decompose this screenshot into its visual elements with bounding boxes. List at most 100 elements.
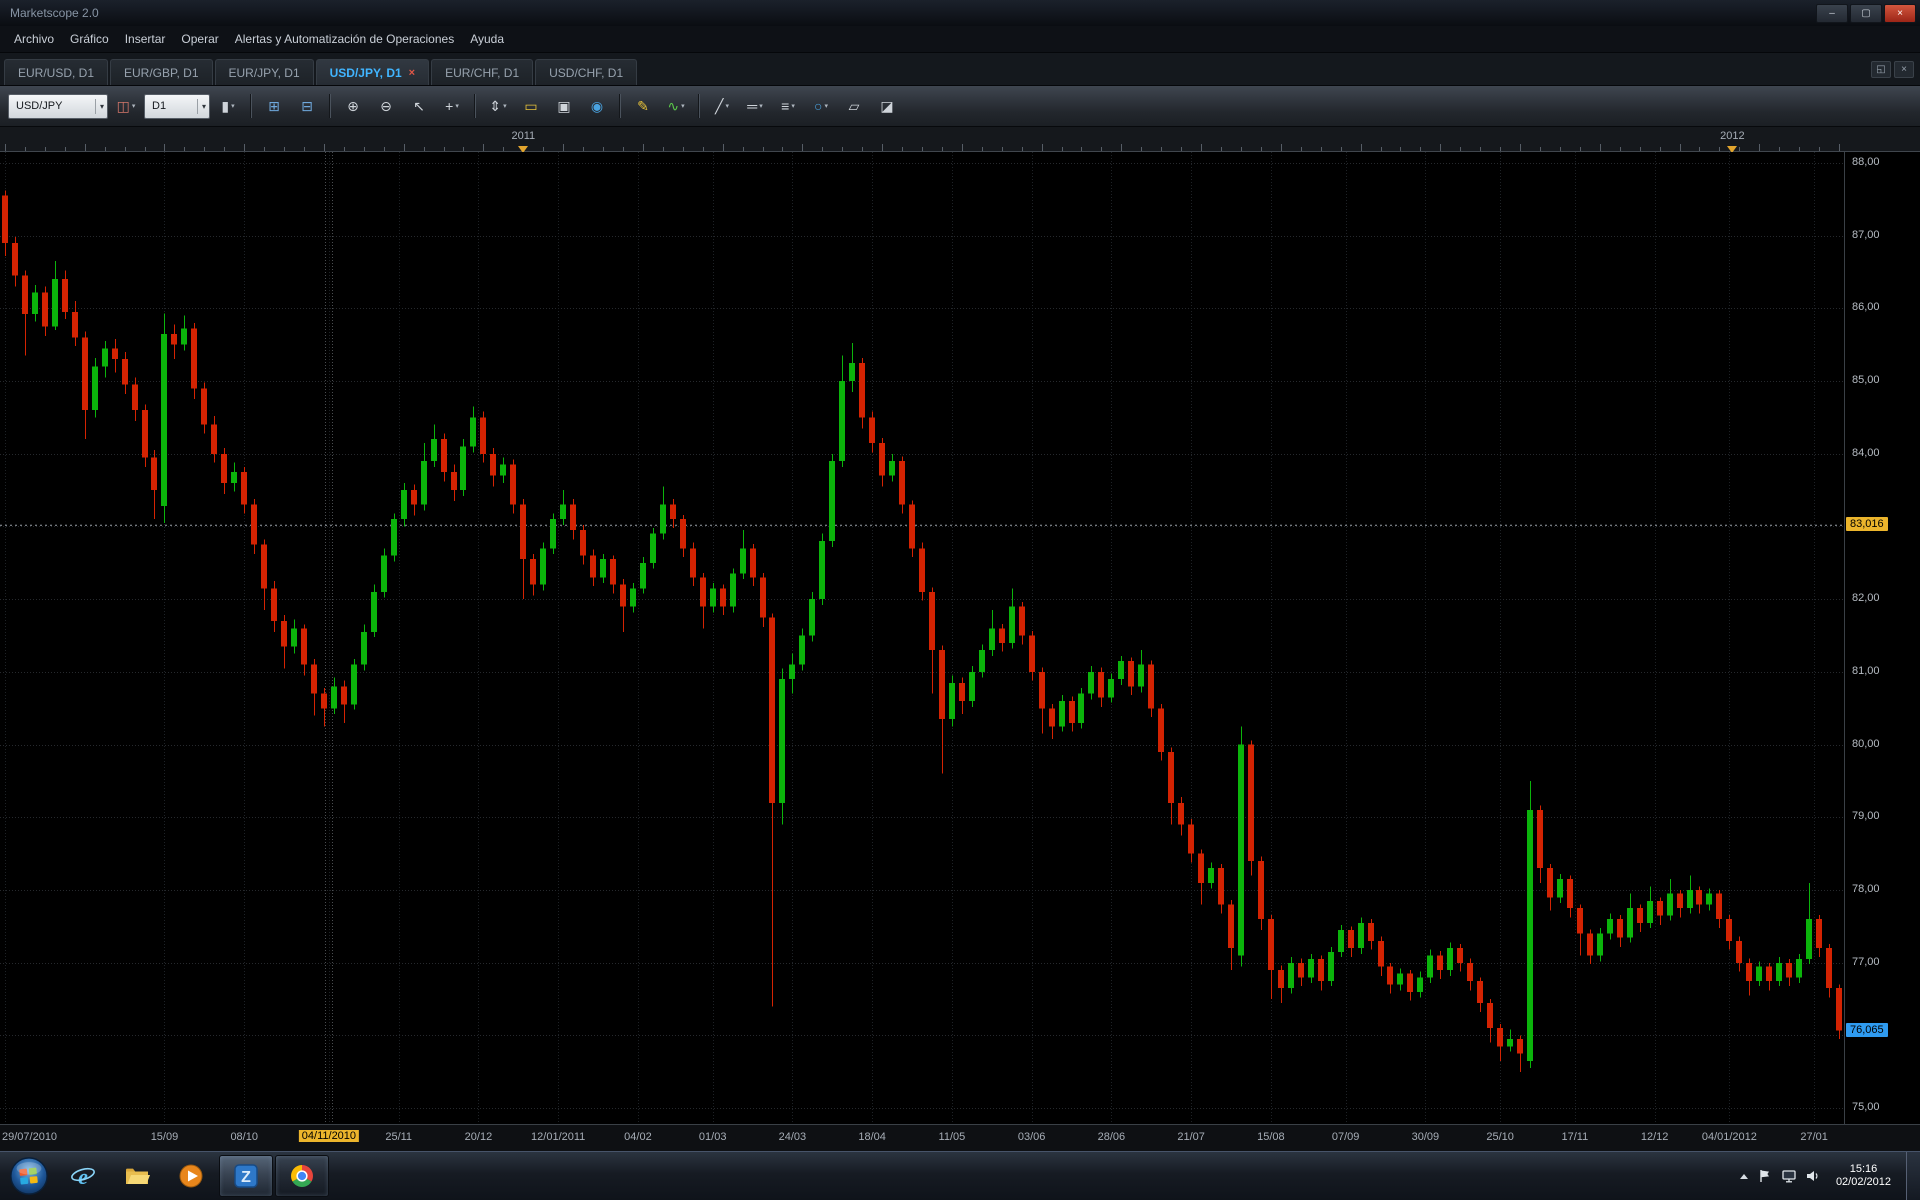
tab-eur-usd-d1[interactable]: EUR/USD, D1 bbox=[4, 59, 108, 85]
candles-layer bbox=[2, 191, 1842, 1072]
year-label: 2011 bbox=[511, 130, 535, 142]
tray-flag[interactable] bbox=[1757, 1168, 1773, 1184]
media-player-icon bbox=[177, 1162, 205, 1190]
tray-volume[interactable] bbox=[1805, 1168, 1821, 1184]
close-button[interactable]: × bbox=[1884, 4, 1916, 23]
arrange-windows-icon: ⊟ bbox=[301, 99, 313, 113]
menu-item-operar[interactable]: Operar bbox=[173, 26, 226, 52]
date-axis-label: 04/02 bbox=[624, 1131, 652, 1143]
tab-usd-chf-d1[interactable]: USD/CHF, D1 bbox=[535, 59, 637, 85]
tray-expand-icon[interactable] bbox=[1740, 1174, 1748, 1179]
date-axis-label: 17/11 bbox=[1562, 1131, 1589, 1143]
zoom-out-icon: ⊖ bbox=[380, 99, 392, 113]
tab-eur-jpy-d1[interactable]: EUR/JPY, D1 bbox=[215, 59, 314, 85]
taskbar-app-media-player[interactable] bbox=[165, 1156, 217, 1196]
tray-network[interactable] bbox=[1781, 1168, 1797, 1184]
price-axis-label: 88,00 bbox=[1852, 156, 1880, 168]
clock[interactable]: 15:16 02/02/2012 bbox=[1830, 1163, 1897, 1189]
pointer-tool-button[interactable]: ↖ bbox=[404, 93, 434, 119]
date-axis-label: 20/12 bbox=[465, 1131, 493, 1143]
tab-window-controls: ◱× bbox=[1871, 61, 1916, 85]
minimize-button[interactable]: – bbox=[1816, 4, 1848, 23]
start-button[interactable] bbox=[4, 1153, 54, 1199]
marker-tool-button[interactable]: ▱ bbox=[839, 93, 869, 119]
fibonacci-icon: ≡ bbox=[781, 99, 789, 113]
title-bar: Marketscope 2.0 – ▢ × bbox=[0, 0, 1920, 26]
candlestick-chart[interactable] bbox=[0, 152, 1844, 1124]
dropdown-arrow-icon: ▾ bbox=[759, 102, 763, 110]
menu-item-insertar[interactable]: Insertar bbox=[117, 26, 174, 52]
publish-web-icon: ◉ bbox=[591, 99, 603, 113]
tab-usd-jpy-d1[interactable]: USD/JPY, D1× bbox=[316, 59, 429, 85]
crosshair-tool-icon: + bbox=[445, 99, 453, 113]
add-indicator-button[interactable]: ∿▾ bbox=[661, 93, 691, 119]
new-chart-button[interactable]: ⊞ bbox=[259, 93, 289, 119]
horizontal-line-button[interactable]: ═▾ bbox=[740, 93, 770, 119]
crosshair-tool-button[interactable]: +▾ bbox=[437, 93, 467, 119]
taskbar-app-chrome[interactable] bbox=[275, 1155, 329, 1197]
toolbar-separator bbox=[698, 94, 700, 118]
symbol-select[interactable]: USD/JPY▾ bbox=[8, 94, 108, 119]
eraser-tool-icon: ◪ bbox=[880, 99, 893, 113]
date-axis[interactable]: 29/07/201015/0908/1004/11/201025/1120/12… bbox=[0, 1124, 1920, 1151]
price-axis[interactable]: 88,0087,0086,0085,0084,0082,0081,0080,00… bbox=[1844, 152, 1920, 1124]
ellipse-tool-button[interactable]: ○▾ bbox=[806, 93, 836, 119]
period-select[interactable]: D1▾ bbox=[144, 94, 210, 119]
date-axis-label: 29/07/2010 bbox=[2, 1131, 57, 1143]
show-desktop-button[interactable] bbox=[1906, 1152, 1920, 1200]
tab-label: EUR/JPY, D1 bbox=[229, 66, 300, 80]
arrange-windows-button[interactable]: ⊟ bbox=[292, 93, 322, 119]
taskbar-app-file-explorer[interactable] bbox=[111, 1156, 163, 1196]
label-tool-icon: ▭ bbox=[524, 99, 537, 113]
measure-tool-icon: ⇕ bbox=[489, 99, 501, 113]
taskbar-app-internet-explorer[interactable]: e bbox=[57, 1156, 109, 1196]
chart-type-button[interactable]: ▮▾ bbox=[213, 93, 243, 119]
tab-close-icon[interactable]: × bbox=[409, 67, 415, 79]
clock-date: 02/02/2012 bbox=[1836, 1176, 1891, 1189]
zoom-in-button[interactable]: ⊕ bbox=[338, 93, 368, 119]
taskbar-apps: eZ bbox=[56, 1155, 330, 1197]
instrument-link-icon: ◫ bbox=[117, 99, 130, 113]
dropdown-arrow-icon: ▾ bbox=[95, 99, 104, 114]
dropdown-arrow-icon: ▾ bbox=[231, 102, 235, 110]
menu-item-alertas-y-automatizaci-n-de-operaciones[interactable]: Alertas y Automatización de Operaciones bbox=[227, 26, 462, 52]
tray-flag-icon bbox=[1757, 1168, 1773, 1184]
date-axis-label: 27/01 bbox=[1800, 1131, 1828, 1143]
trend-line-button[interactable]: ╱▾ bbox=[707, 93, 737, 119]
label-tool-button[interactable]: ▭ bbox=[516, 93, 546, 119]
screenshot-button[interactable]: ▣ bbox=[549, 93, 579, 119]
draw-pencil-icon: ✎ bbox=[637, 99, 649, 113]
taskbar-app-trading-station[interactable]: Z bbox=[219, 1155, 273, 1197]
draw-pencil-button[interactable]: ✎ bbox=[628, 93, 658, 119]
tray-icons bbox=[1757, 1168, 1821, 1184]
tab-eur-chf-d1[interactable]: EUR/CHF, D1 bbox=[431, 59, 533, 85]
tab-eur-gbp-d1[interactable]: EUR/GBP, D1 bbox=[110, 59, 212, 85]
close-chart-button[interactable]: × bbox=[1894, 61, 1914, 78]
price-axis-label: 85,00 bbox=[1852, 374, 1880, 386]
menu-item-ayuda[interactable]: Ayuda bbox=[462, 26, 512, 52]
date-axis-label: 30/09 bbox=[1412, 1131, 1440, 1143]
tab-strip: EUR/USD, D1EUR/GBP, D1 EUR/JPY, D1 USD/JPY… bbox=[0, 53, 1920, 86]
restore-chart-button[interactable]: ◱ bbox=[1871, 61, 1891, 78]
maximize-button[interactable]: ▢ bbox=[1850, 4, 1882, 23]
fibonacci-button[interactable]: ≡▾ bbox=[773, 93, 803, 119]
pointer-tool-icon: ↖ bbox=[413, 99, 425, 113]
ellipse-tool-icon: ○ bbox=[814, 99, 822, 113]
date-axis-label: 01/03 bbox=[699, 1131, 727, 1143]
menu-item-archivo[interactable]: Archivo bbox=[6, 26, 62, 52]
dropdown-arrow-icon: ▾ bbox=[725, 102, 729, 110]
toolbar-separator bbox=[474, 94, 476, 118]
price-axis-label: 86,00 bbox=[1852, 301, 1880, 313]
instrument-link-button[interactable]: ◫▾ bbox=[111, 93, 141, 119]
date-axis-label: 25/10 bbox=[1486, 1131, 1514, 1143]
publish-web-button[interactable]: ◉ bbox=[582, 93, 612, 119]
zoom-out-button[interactable]: ⊖ bbox=[371, 93, 401, 119]
measure-tool-button[interactable]: ⇕▾ bbox=[483, 93, 513, 119]
menu-item-gr-fico[interactable]: Gráfico bbox=[62, 26, 117, 52]
date-axis-label: 18/04 bbox=[858, 1131, 886, 1143]
plot-row: 88,0087,0086,0085,0084,0082,0081,0080,00… bbox=[0, 152, 1920, 1124]
new-chart-icon: ⊞ bbox=[268, 99, 280, 113]
trading-station-icon: Z bbox=[232, 1162, 260, 1190]
eraser-tool-button[interactable]: ◪ bbox=[872, 93, 902, 119]
svg-text:e: e bbox=[78, 1164, 88, 1189]
